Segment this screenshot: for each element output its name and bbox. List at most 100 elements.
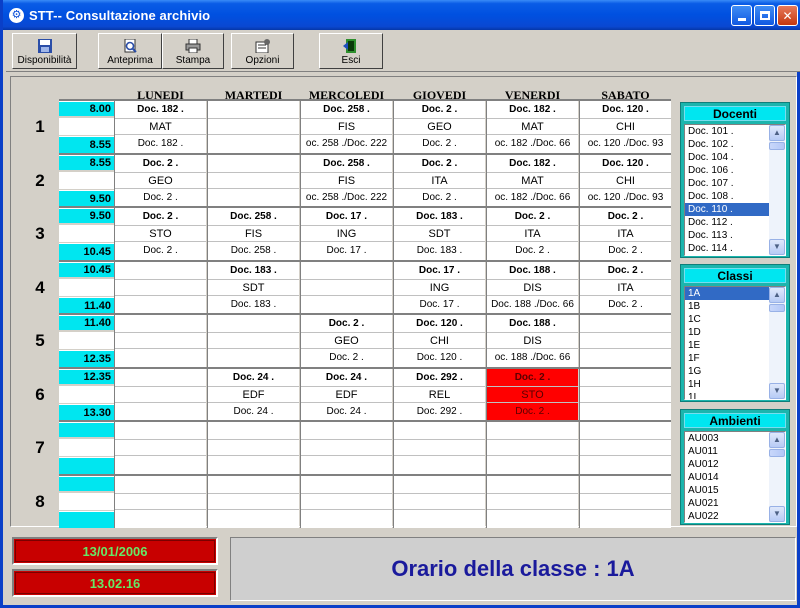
docenti-list-item[interactable]: Doc. 108 . [685,190,769,203]
scroll-up-icon[interactable]: ▲ [769,287,785,303]
lesson-cell[interactable] [114,261,206,314]
lesson-cell[interactable] [579,315,671,367]
stampa-button[interactable]: Stampa [162,33,224,69]
classi-list-item[interactable]: 1D [685,326,769,339]
classi-list-item[interactable]: 1C [685,313,769,326]
ambienti-list-item[interactable]: AU021 [685,497,769,510]
lesson-cell[interactable]: Doc. 2 . ITA Doc. 2 . [393,154,485,207]
classi-scrollbar[interactable]: ▲ ▼ [769,287,785,399]
lesson-cell[interactable]: Doc. 258 . FIS Doc. 258 . [207,208,299,260]
classi-list-item[interactable]: 1H [685,378,769,391]
opzioni-button[interactable]: Opzioni [231,33,294,69]
ambienti-scrollbar[interactable]: ▲ ▼ [769,432,785,522]
lesson-cell[interactable]: Doc. 2 . GEO Doc. 2 . [393,101,485,153]
lesson-cell[interactable] [114,315,206,367]
classi-list-item[interactable]: 1G [685,365,769,378]
lesson-cell[interactable]: Doc. 183 . SDT Doc. 183 . [393,208,485,260]
lesson-cell[interactable]: Doc. 17 . ING Doc. 17 . [393,261,485,314]
scroll-up-icon[interactable]: ▲ [769,432,785,448]
lesson-cell[interactable] [300,422,392,474]
disponibilita-button[interactable]: Disponibilità [12,33,77,69]
lesson-cell[interactable] [300,475,392,528]
period-time-spacer [59,118,114,135]
ambienti-list-item[interactable]: AU022 [685,510,769,522]
scroll-thumb[interactable] [769,449,785,457]
lesson-cell[interactable] [207,475,299,528]
lesson-cell[interactable] [579,475,671,528]
ambienti-list-item[interactable]: AU011 [685,445,769,458]
lesson-cell[interactable]: Doc. 2 . STO Doc. 2 . [486,368,578,421]
lesson-cell[interactable] [486,475,578,528]
lesson-cell[interactable] [114,475,206,528]
docenti-scrollbar[interactable]: ▲ ▼ [769,125,785,255]
ambienti-list-item[interactable]: AU012 [685,458,769,471]
docenti-list-item[interactable]: Doc. 104 . [685,151,769,164]
lesson-cell[interactable] [300,261,392,314]
classi-list-item[interactable]: 1B [685,300,769,313]
docenti-list[interactable]: Doc. 101 . Doc. 102 . Doc. 104 . Doc. 106 .… [684,124,786,256]
lesson-cell[interactable]: Doc. 17 . ING Doc. 17 . [300,208,392,260]
docenti-list-item[interactable]: Doc. 102 . [685,138,769,151]
lesson-cell[interactable] [114,368,206,421]
ambienti-list-item[interactable]: AU015 [685,484,769,497]
close-button[interactable]: ✕ [777,5,798,26]
lesson-cell[interactable]: Doc. 182 . MAT oc. 182 ./Doc. 66 [486,154,578,207]
classi-list[interactable]: 1A 1B 1C 1D 1E 1F 1G 1H 1I ▲ ▼ [684,286,786,400]
lesson-cell[interactable] [207,315,299,367]
gear-icon[interactable]: ⚙ [9,7,24,23]
minimize-button[interactable] [731,5,752,26]
classi-list-item[interactable]: 1I [685,391,769,399]
lesson-cell[interactable]: Doc. 2 . ITA Doc. 2 . [486,208,578,260]
lesson-cell[interactable] [207,154,299,207]
lesson-cell[interactable] [579,368,671,421]
classi-list-item[interactable]: 1E [685,339,769,352]
lesson-cell[interactable] [486,422,578,474]
lesson-cell[interactable] [207,101,299,153]
ambienti-list-item[interactable]: AU014 [685,471,769,484]
lesson-cell[interactable]: Doc. 2 . STO Doc. 2 . [114,208,206,260]
lesson-cell[interactable]: Doc. 258 . FIS oc. 258 ./Doc. 222 [300,101,392,153]
docenti-list-item[interactable]: Doc. 101 . [685,125,769,138]
lesson-cell[interactable]: Doc. 183 . SDT Doc. 183 . [207,261,299,314]
lesson-cell[interactable]: Doc. 2 . ITA Doc. 2 . [579,261,671,314]
lesson-cell[interactable]: Doc. 2 . GEO Doc. 2 . [114,154,206,207]
docenti-list-item[interactable]: Doc. 107 . [685,177,769,190]
lesson-cell[interactable]: Doc. 120 . CHI oc. 120 ./Doc. 93 [579,154,671,207]
ambienti-list-item[interactable]: AU003 [685,432,769,445]
lesson-cell[interactable]: Doc. 24 . EDF Doc. 24 . [207,368,299,421]
lesson-cell[interactable]: Doc. 188 . DIS Doc. 188 ./Doc. 66 [486,261,578,314]
docenti-list-item[interactable]: Doc. 106 . [685,164,769,177]
maximize-button[interactable] [754,5,775,26]
lesson-cell[interactable]: Doc. 182 . MAT Doc. 182 . [114,101,206,153]
ambienti-list[interactable]: AU003 AU011 AU012 AU014 AU015 AU021 AU022 ▲ ▼ [684,431,786,523]
lesson-cell[interactable] [114,422,206,474]
docenti-list-item[interactable]: Doc. 110 . [685,203,769,216]
scroll-down-icon[interactable]: ▼ [769,383,785,399]
docenti-list-item[interactable]: Doc. 113 . [685,229,769,242]
title-bar[interactable]: ⚙ STT-- Consultazione archivio ✕ [3,0,800,30]
scroll-up-icon[interactable]: ▲ [769,125,785,141]
esci-button[interactable]: Esci [319,33,383,69]
lesson-cell[interactable]: Doc. 120 . CHI oc. 120 ./Doc. 93 [579,101,671,153]
lesson-cell[interactable]: Doc. 258 . FIS oc. 258 ./Doc. 222 [300,154,392,207]
classi-list-item[interactable]: 1F [685,352,769,365]
lesson-cell[interactable] [207,422,299,474]
lesson-cell[interactable]: Doc. 24 . EDF Doc. 24 . [300,368,392,421]
scroll-thumb[interactable] [769,142,785,150]
scroll-down-icon[interactable]: ▼ [769,239,785,255]
docenti-list-item[interactable]: Doc. 112 . [685,216,769,229]
lesson-cell[interactable]: Doc. 182 . MAT oc. 182 ./Doc. 66 [486,101,578,153]
scroll-down-icon[interactable]: ▼ [769,506,785,522]
lesson-cell[interactable]: Doc. 2 . ITA Doc. 2 . [579,208,671,260]
anteprima-button[interactable]: Anteprima [98,33,162,69]
scroll-thumb[interactable] [769,304,785,312]
lesson-cell[interactable]: Doc. 2 . GEO Doc. 2 . [300,315,392,367]
classi-list-item[interactable]: 1A [685,287,769,300]
lesson-cell[interactable]: Doc. 188 . DIS oc. 188 ./Doc. 66 [486,315,578,367]
docenti-list-item[interactable]: Doc. 114 . [685,242,769,255]
lesson-cell[interactable] [579,422,671,474]
lesson-cell[interactable]: Doc. 292 . REL Doc. 292 . [393,368,485,421]
lesson-cell[interactable] [393,422,485,474]
lesson-cell[interactable]: Doc. 120 . CHI Doc. 120 . [393,315,485,367]
lesson-cell[interactable] [393,475,485,528]
